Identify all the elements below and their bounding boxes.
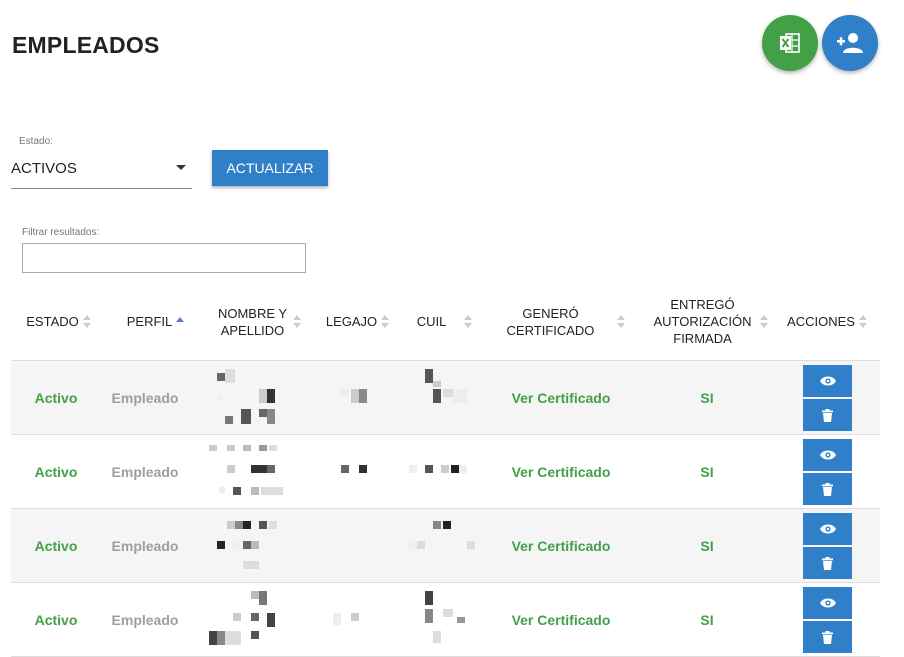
column-header-legajo[interactable]: LEGAJO [313,282,403,361]
estado-label: Estado: [19,136,53,147]
add-user-icon [837,33,863,53]
eye-icon [819,524,836,534]
column-header-estado[interactable]: ESTADO [11,282,107,361]
autorizacion-cell: SI [700,611,714,628]
ver-certificado-link[interactable]: Ver Certificado [487,583,635,656]
trash-icon [822,630,833,644]
estado-cell: Activo [34,611,78,628]
sort-icon [759,314,769,329]
table-row: Activo Empleado Ver Certificado SI [11,435,880,509]
eye-icon [819,376,836,386]
table-row: Activo Empleado Ver Certificado SI [11,509,880,583]
autorizacion-cell: SI [700,389,714,406]
row-actions [803,587,852,653]
estado-select[interactable]: ACTIVOS [11,150,192,189]
perfil-cell: Empleado [111,463,179,480]
estado-cell: Activo [34,463,78,480]
sort-icon [858,314,868,329]
table-row: Activo Empleado Ver Certificado SI [11,361,880,435]
trash-icon [822,408,833,422]
actualizar-button[interactable]: ACTUALIZAR [212,150,328,186]
estado-select-value: ACTIVOS [11,160,77,177]
row-actions [803,513,852,579]
sort-icon [616,314,626,329]
sort-asc-icon [176,315,185,329]
column-header-certificado[interactable]: GENERÓ CERTIFICADO [487,282,643,361]
view-button[interactable] [803,439,852,471]
column-header-perfil[interactable]: PERFIL [107,282,205,361]
sort-icon [82,314,92,329]
perfil-cell: Empleado [111,611,179,628]
view-button[interactable] [803,587,852,619]
trash-icon [822,482,833,496]
page-title: EMPLEADOS [12,32,160,58]
estado-cell: Activo [34,537,78,554]
employees-table: ESTADO PERFIL NOMBRE Y APELLIDO LEGAJO C… [11,282,880,657]
autorizacion-cell: SI [700,463,714,480]
eye-icon [819,450,836,460]
delete-button[interactable] [803,547,852,579]
delete-button[interactable] [803,621,852,653]
export-excel-button[interactable] [762,15,818,71]
perfil-cell: Empleado [111,389,179,406]
row-actions [803,365,852,431]
ver-certificado-link[interactable]: Ver Certificado [487,435,635,508]
row-actions [803,439,852,505]
autorizacion-cell: SI [700,537,714,554]
caret-down-icon [176,165,186,170]
sort-icon [464,314,473,329]
trash-icon [822,556,833,570]
column-header-cuil[interactable]: CUIL [403,282,487,361]
delete-button[interactable] [803,473,852,505]
filter-label: Filtrar resultados: [22,227,100,238]
estado-cell: Activo [34,389,78,406]
column-header-autorizacion[interactable]: ENTREGÓ AUTORIZACIÓN FIRMADA [643,282,775,361]
excel-icon [780,33,800,53]
table-header: ESTADO PERFIL NOMBRE Y APELLIDO LEGAJO C… [11,282,880,361]
delete-button[interactable] [803,399,852,431]
column-header-acciones[interactable]: ACCIONES [775,282,880,361]
ver-certificado-link[interactable]: Ver Certificado [487,509,635,582]
sort-icon [381,314,390,329]
eye-icon [819,598,836,608]
view-button[interactable] [803,513,852,545]
filter-input[interactable] [22,243,306,273]
sort-icon [292,314,302,329]
view-button[interactable] [803,365,852,397]
ver-certificado-link[interactable]: Ver Certificado [487,361,635,434]
perfil-cell: Empleado [111,537,179,554]
column-header-nombre[interactable]: NOMBRE Y APELLIDO [205,282,313,361]
add-employee-button[interactable] [822,15,878,71]
table-row: Activo Empleado Ver Certificado SI [11,583,880,657]
